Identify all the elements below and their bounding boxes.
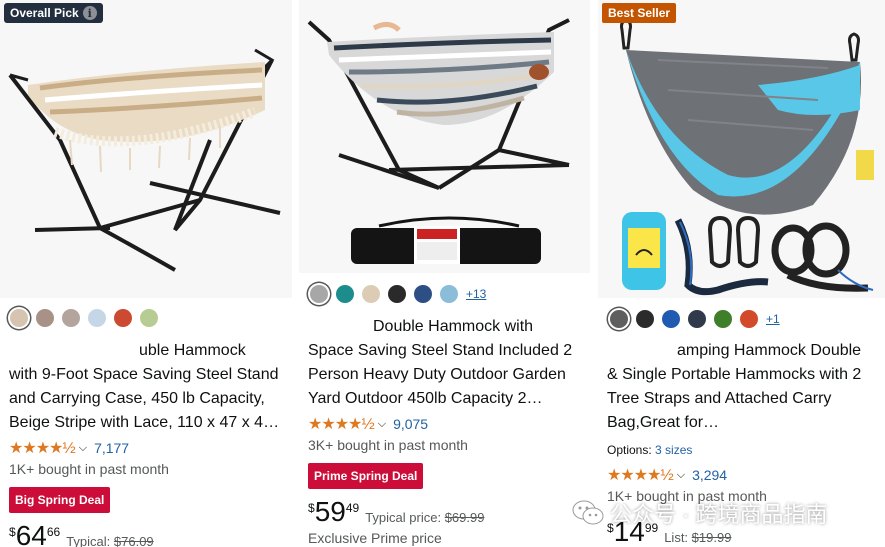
- product-image-3[interactable]: Best Seller: [598, 0, 885, 298]
- product-card-2[interactable]: +13 Double Hammock with Space Saving Ste…: [299, 0, 590, 547]
- typical-price: Typical: $76.09: [66, 534, 153, 547]
- typical-price-value: $76.09: [113, 534, 154, 547]
- product-title[interactable]: Double Hammock with Space Saving Steel S…: [308, 315, 586, 411]
- badge-label: Overall Pick: [10, 6, 79, 20]
- title-line[interactable]: & Single Portable Hammocks with 2: [607, 363, 881, 387]
- watermark: 公众号 · 跨境商品指南: [572, 497, 828, 529]
- bought-count: 1K+ bought in past month: [9, 461, 169, 477]
- product-image-2[interactable]: [299, 0, 590, 273]
- title-line[interactable]: uble Hammock: [9, 339, 288, 363]
- color-swatch[interactable]: [114, 309, 132, 327]
- title-line[interactable]: amping Hammock Double: [607, 339, 881, 363]
- price-fraction: 49: [345, 501, 360, 515]
- color-swatch[interactable]: [36, 309, 54, 327]
- title-line[interactable]: Beige Stripe with Lace, 110 x 47 x 4…: [9, 411, 288, 435]
- typical-price-value: $69.99: [444, 510, 485, 525]
- title-line[interactable]: Yard Outdoor 450lb Capacity 2…: [308, 387, 586, 411]
- chevron-down-icon[interactable]: ⌵: [79, 442, 87, 455]
- wechat-icon: [572, 499, 604, 527]
- title-line[interactable]: Double Hammock with: [308, 315, 586, 339]
- title-line[interactable]: Person Heavy Duty Outdoor Garden: [308, 363, 586, 387]
- price-whole: 59: [314, 496, 346, 527]
- watermark-text: 公众号 · 跨境商品指南: [610, 502, 828, 527]
- product-card-3[interactable]: Best Seller +1 amping Hammock Double & S…: [598, 0, 885, 547]
- price-whole: 64: [15, 520, 47, 547]
- product-title[interactable]: uble Hammock with 9-Foot Space Saving St…: [9, 339, 288, 435]
- overall-pick-badge: Overall Pick i: [4, 3, 103, 23]
- product-title[interactable]: amping Hammock Double & Single Portable …: [607, 339, 881, 435]
- hammock-stand-image: [8, 48, 281, 272]
- typical-price: Typical price: $69.99: [365, 510, 484, 525]
- camping-hammock-image: [620, 18, 874, 296]
- list-price: List: $19.99: [664, 530, 731, 545]
- review-count-link[interactable]: 9,075: [393, 416, 428, 432]
- review-count-link[interactable]: 3,294: [692, 467, 727, 483]
- color-swatches: [10, 309, 158, 327]
- title-line[interactable]: and Carrying Case, 450 lb Capacity,: [9, 387, 288, 411]
- color-swatch[interactable]: [414, 285, 432, 303]
- price-symbol: $: [308, 501, 315, 515]
- product-image-1[interactable]: Overall Pick i: [0, 0, 292, 298]
- typical-price-label: Typical price:: [365, 510, 445, 525]
- title-line[interactable]: Tree Straps and Attached Carry: [607, 387, 881, 411]
- title-line[interactable]: with 9-Foot Space Saving Steel Stand: [9, 363, 288, 387]
- price-fraction: 66: [46, 525, 61, 539]
- star-rating-icon[interactable]: ★★★★½: [9, 438, 76, 458]
- exclusive-prime-price: Exclusive Prime price: [308, 530, 442, 546]
- rating-row: ★★★★½ ⌵ 9,075: [308, 414, 428, 434]
- color-swatch[interactable]: [636, 310, 654, 328]
- star-rating-icon[interactable]: ★★★★½: [607, 465, 674, 485]
- color-swatch[interactable]: [740, 310, 758, 328]
- color-swatch[interactable]: [336, 285, 354, 303]
- color-swatches: +1: [610, 310, 780, 328]
- color-swatch[interactable]: [440, 285, 458, 303]
- deal-badge: Prime Spring Deal: [308, 463, 424, 489]
- rating-row: ★★★★½ ⌵ 7,177: [9, 438, 129, 458]
- color-swatch[interactable]: [388, 285, 406, 303]
- sizes-link[interactable]: 3 sizes: [655, 443, 692, 457]
- info-icon[interactable]: i: [82, 6, 97, 20]
- title-line[interactable]: Bag,Great for…: [607, 411, 881, 435]
- typical-price-label: Typical:: [66, 534, 114, 547]
- price[interactable]: $ 59 49 Typical price: $69.99: [308, 498, 484, 526]
- options-label: Options:: [607, 443, 656, 457]
- color-swatch[interactable]: [610, 310, 628, 328]
- list-price-value: $19.99: [691, 530, 732, 545]
- color-swatches: +13: [310, 285, 486, 303]
- chevron-down-icon[interactable]: ⌵: [378, 418, 386, 431]
- rating-row: ★★★★½ ⌵ 3,294: [607, 465, 727, 485]
- color-swatch[interactable]: [662, 310, 680, 328]
- color-swatch[interactable]: [362, 285, 380, 303]
- color-swatch[interactable]: [688, 310, 706, 328]
- bought-count: 3K+ bought in past month: [308, 437, 468, 453]
- review-count-link[interactable]: 7,177: [94, 440, 129, 456]
- title-line[interactable]: Space Saving Steel Stand Included 2: [308, 339, 586, 363]
- color-swatch[interactable]: [62, 309, 80, 327]
- options-row: Options: 3 sizes: [607, 443, 692, 457]
- color-swatch[interactable]: [88, 309, 106, 327]
- product-card-1[interactable]: Overall Pick i uble Hammock with 9-Foot …: [0, 0, 292, 547]
- star-rating-icon[interactable]: ★★★★½: [308, 414, 375, 434]
- price-symbol: $: [9, 525, 16, 539]
- chevron-down-icon[interactable]: ⌵: [677, 469, 685, 482]
- more-colors-link[interactable]: +1: [766, 312, 780, 326]
- hammock-stand-image: [307, 18, 570, 264]
- price[interactable]: $ 64 66 Typical: $76.09: [9, 522, 154, 547]
- more-colors-link[interactable]: +13: [466, 287, 486, 301]
- color-swatch[interactable]: [10, 309, 28, 327]
- color-swatch[interactable]: [140, 309, 158, 327]
- best-seller-badge: Best Seller: [602, 3, 677, 23]
- deal-badge: Big Spring Deal: [9, 487, 111, 513]
- list-price-label: List:: [664, 530, 692, 545]
- color-swatch[interactable]: [714, 310, 732, 328]
- color-swatch[interactable]: [310, 285, 328, 303]
